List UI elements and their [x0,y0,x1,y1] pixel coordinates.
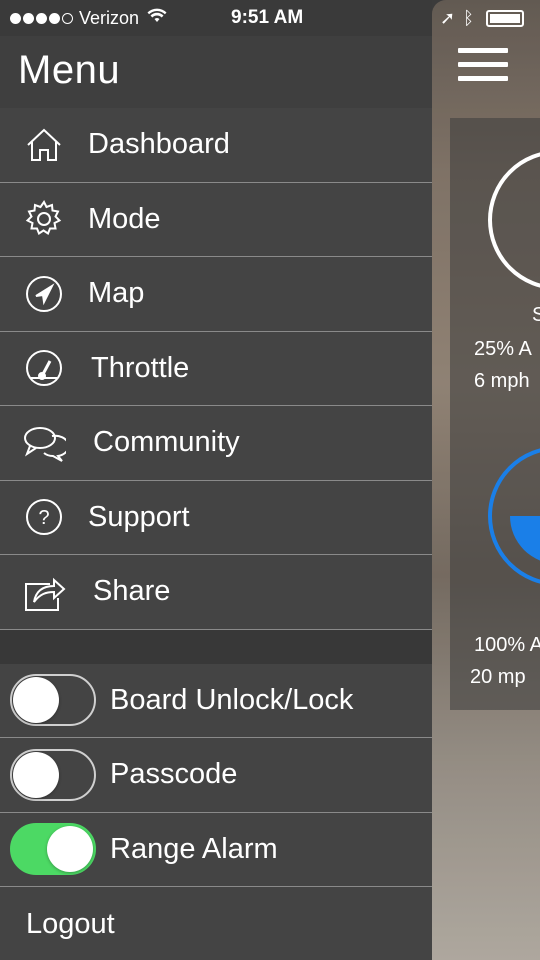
stat-text-5: 20 mp [470,666,526,688]
toggle-row-range-alarm: Range Alarm [0,812,432,887]
toggle-label: Passcode [110,758,238,791]
svg-text:?: ? [38,507,49,529]
menu-item-label: Support [88,500,190,533]
status-bar: Verizon 9:51 AM [0,0,432,36]
toggle-label: Board Unlock/Lock [110,683,354,716]
help-icon: ? [22,495,66,539]
home-icon [22,123,66,167]
menu-item-share[interactable]: Share [0,555,432,630]
passcode-toggle[interactable] [10,748,96,801]
board-lock-toggle[interactable] [10,674,96,727]
gear-icon [22,197,66,241]
toggle-row-passcode: Passcode [0,738,432,813]
menu-item-map[interactable]: Map [0,257,432,332]
stat-text-4: 100% A [474,634,540,656]
page-title: Menu [18,48,121,92]
compass-icon [22,272,66,316]
hamburger-menu-icon[interactable] [458,48,508,88]
menu-item-support[interactable]: ? Support [0,480,432,555]
menu-list: Dashboard Mode Map Throttle Community ? … [0,108,432,960]
gauge-icon [22,346,66,390]
menu-drawer: Verizon 9:51 AM Menu Dashboard Mode Map … [0,0,432,960]
menu-item-throttle[interactable]: Throttle [0,331,432,406]
battery-icon [485,9,524,27]
bluetooth-icon: ᛒ [463,7,474,28]
chat-bubbles-icon [22,421,66,465]
clock: 9:51 AM [231,7,304,28]
menu-item-label: Dashboard [88,128,230,161]
signal-strength-icon [10,12,73,24]
stat-text-2: 25% A [474,338,532,360]
share-icon [22,570,66,614]
carrier-name: Verizon [79,7,140,28]
menu-item-community[interactable]: Community [0,406,432,481]
status-bar-right: ➚ ᛒ [440,6,540,30]
menu-item-label: Mode [88,202,161,235]
location-arrow-icon: ➚ [440,7,456,28]
menu-item-label: Share [93,575,171,608]
menu-item-label: Throttle [91,351,190,384]
logout-button[interactable]: Logout [0,887,432,960]
stat-text-3: 6 mph [474,370,530,392]
background-app: S 25% A 6 mph 100% A 20 mp [432,0,540,960]
menu-item-label: Map [88,277,145,310]
section-divider [0,629,432,664]
range-alarm-toggle[interactable] [10,823,96,876]
toggle-label: Range Alarm [110,832,278,865]
stat-text-1: S [532,304,540,326]
menu-item-label: Community [93,426,240,459]
wifi-icon [147,8,167,29]
menu-item-mode[interactable]: Mode [0,182,432,257]
menu-item-dashboard[interactable]: Dashboard [0,108,432,183]
toggle-row-board-lock: Board Unlock/Lock [0,663,432,738]
